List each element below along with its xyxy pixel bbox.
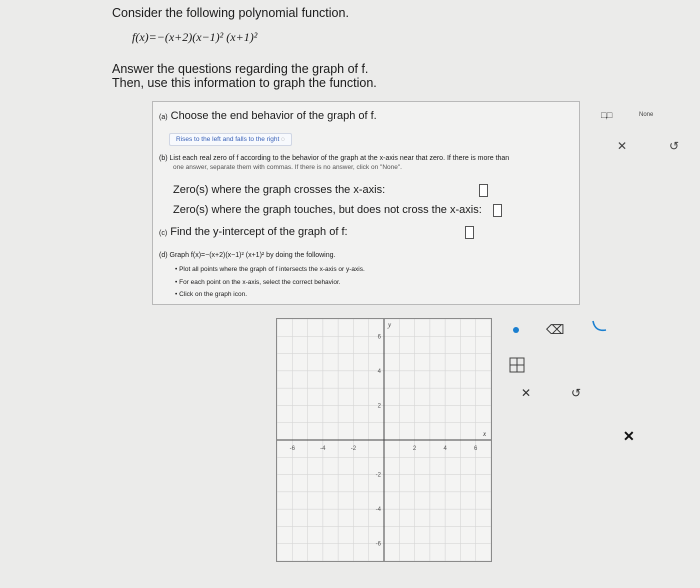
function-definition: f(x)=−(x+2)(x−1)² (x+1)² (132, 30, 258, 44)
question-a-prompt: Choose the end behavior of the graph of … (170, 110, 377, 122)
x-tick-label: 2 (413, 446, 417, 452)
intro-line-3: Then, use this information to graph the … (112, 76, 377, 90)
y-tick-label: -4 (376, 507, 382, 513)
y-tick-label: 6 (378, 334, 382, 340)
question-b-prompt-cont: one answer, separate them with commas. I… (173, 164, 402, 171)
x-axis-label: x (482, 430, 487, 438)
list-item: • Click on the graph icon. (175, 291, 248, 298)
y-tick-label: 4 (378, 369, 382, 375)
curve-icon[interactable] (590, 318, 608, 341)
question-box: (a) Choose the end behavior of the graph… (152, 101, 580, 305)
point-icon[interactable] (513, 327, 519, 333)
question-d-prompt: Graph f(x)=−(x+2)(x−1)² (x+1)² by doing … (169, 252, 336, 259)
x-tick-label: -6 (290, 446, 296, 452)
list-item: • For each point on the x-axis, select t… (175, 279, 341, 286)
answer-tools-panel: □,□ None ✕ ↺ (585, 101, 698, 161)
undo-icon[interactable]: ↺ (571, 386, 581, 400)
end-behavior-answer-text: Rises to the left and falls to the right (176, 136, 280, 143)
touches-answer-box[interactable] (493, 204, 502, 217)
y-intercept-answer-box[interactable] (465, 226, 474, 239)
x-tick-label: 6 (474, 446, 478, 452)
question-b-prompt: List each real zero of f according to th… (169, 155, 510, 162)
y-tick-label: -6 (376, 542, 382, 548)
y-tick-label: 2 (378, 403, 382, 409)
intro-line-2: Answer the questions regarding the graph… (112, 62, 369, 76)
intro-line-1: Consider the following polynomial functi… (112, 6, 349, 20)
question-d-prefix: (d) (159, 252, 168, 259)
crosses-answer-box[interactable] (479, 184, 488, 197)
x-tick-label: -2 (351, 446, 357, 452)
crosses-label: Zero(s) where the graph crosses the x-ax… (173, 184, 386, 196)
crosses-row: Zero(s) where the graph crosses the x-ax… (173, 184, 385, 196)
question-c-prefix: (c) (159, 230, 168, 237)
question-d: (d) Graph f(x)=−(x+2)(x−1)² (x+1)² by do… (159, 252, 335, 259)
question-a: (a) Choose the end behavior of the graph… (159, 110, 377, 122)
dropdown-indicator-icon: ◌ (281, 136, 286, 143)
graph-area[interactable]: -6 -4 -2 2 4 6 6 4 2 -2 -4 -6 x y (276, 318, 492, 562)
touches-label: Zero(s) where the graph touches, but doe… (173, 204, 482, 216)
end-behavior-answer-chip[interactable]: Rises to the left and falls to the right… (169, 133, 293, 146)
close-icon[interactable]: ✕ (623, 428, 635, 445)
bullet-text: For each point on the x-axis, select the… (179, 279, 341, 286)
clear-x-icon[interactable]: ✕ (521, 386, 531, 400)
list-item: • Plot all points where the graph of f i… (175, 266, 365, 273)
undo-icon[interactable]: ↺ (669, 139, 679, 153)
question-b: (b) List each real zero of f according t… (159, 154, 509, 164)
y-axis-label: y (387, 321, 392, 329)
y-tick-label: -2 (376, 473, 382, 479)
interval-icon[interactable]: □,□ (601, 110, 612, 120)
question-c: (c) Find the y-intercept of the graph of… (159, 226, 348, 238)
eraser-icon[interactable]: ⌫ (546, 322, 564, 338)
x-tick-label: -4 (320, 446, 326, 452)
coordinate-grid[interactable]: -6 -4 -2 2 4 6 6 4 2 -2 -4 -6 x y (276, 318, 492, 562)
question-b-prefix: (b) (159, 155, 168, 162)
bullet-text: Plot all points where the graph of f int… (179, 266, 365, 273)
x-tick-label: 4 (443, 446, 447, 452)
question-c-prompt: Find the y-intercept of the graph of f: (170, 226, 348, 238)
question-a-prefix: (a) (159, 114, 168, 121)
touches-row: Zero(s) where the graph touches, but doe… (173, 204, 482, 216)
clear-x-icon[interactable]: ✕ (617, 139, 627, 153)
none-button[interactable]: None (639, 112, 653, 118)
grid-icon[interactable] (509, 357, 525, 378)
bullet-text: Click on the graph icon. (179, 291, 248, 298)
